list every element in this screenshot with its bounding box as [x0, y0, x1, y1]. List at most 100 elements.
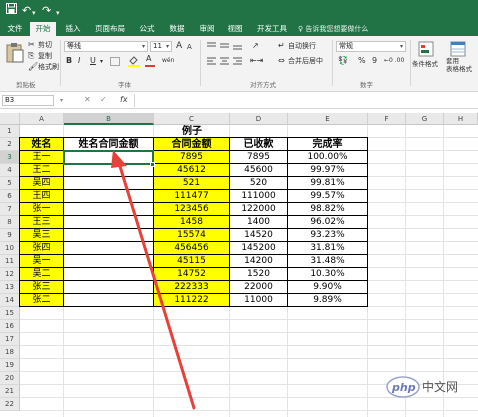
- format-as-table-icon[interactable]: [450, 41, 466, 57]
- row-header-5[interactable]: 5: [0, 177, 20, 190]
- underline-button[interactable]: U: [90, 56, 96, 66]
- cell-d13[interactable]: 22000: [229, 280, 288, 294]
- row-header-18[interactable]: 18: [0, 346, 20, 359]
- cell-a9[interactable]: 吴三: [19, 228, 64, 242]
- worksheet-grid[interactable]: A B C D E F G H 1 2 3 4 5 6 7 8 9 10 11 12 13 14 15 16 1…: [0, 113, 478, 417]
- cell-a4[interactable]: 王二: [19, 163, 64, 177]
- paste-icon[interactable]: [6, 42, 24, 64]
- column-header-a[interactable]: A: [20, 113, 64, 125]
- decimal-icons[interactable]: ←0 .00: [384, 56, 404, 66]
- tab-developer[interactable]: 开发工具: [254, 22, 290, 36]
- row-header-4[interactable]: 4: [0, 164, 20, 177]
- fill-color-icon[interactable]: [128, 55, 140, 67]
- cell-b10[interactable]: [63, 241, 154, 255]
- redo-icon[interactable]: ↷: [42, 3, 51, 19]
- tell-me-search[interactable]: ♀ 告诉我您想要做什么: [298, 22, 368, 36]
- row-header-6[interactable]: 6: [0, 190, 20, 203]
- cell-e7[interactable]: 98.82%: [287, 202, 368, 216]
- cell-c4[interactable]: 45612: [153, 163, 230, 177]
- cell-b3[interactable]: [63, 150, 154, 164]
- percent-button[interactable]: %: [358, 56, 366, 66]
- font-color-button[interactable]: A: [146, 54, 151, 64]
- cell-e8[interactable]: 96.02%: [287, 215, 368, 229]
- font-size-select[interactable]: 11: [150, 41, 172, 52]
- row-header-9[interactable]: 9: [0, 229, 20, 242]
- cell-b5[interactable]: [63, 176, 154, 190]
- cell-b13[interactable]: [63, 280, 154, 294]
- cell-d9[interactable]: 14520: [229, 228, 288, 242]
- horizontal-align-icons[interactable]: [206, 56, 246, 66]
- conditional-format-icon[interactable]: [418, 41, 434, 57]
- row-header-12[interactable]: 12: [0, 268, 20, 281]
- customize-qat-icon[interactable]: ▾: [56, 5, 60, 21]
- undo-icon[interactable]: ↶: [22, 3, 31, 19]
- select-all-corner[interactable]: [0, 113, 20, 125]
- column-header-d[interactable]: D: [230, 113, 288, 125]
- cell-e9[interactable]: 93.23%: [287, 228, 368, 242]
- row-header-17[interactable]: 17: [0, 333, 20, 346]
- cell-d11[interactable]: 14200: [229, 254, 288, 268]
- vertical-align-icons[interactable]: [206, 41, 246, 51]
- cell-d7[interactable]: 122000: [229, 202, 288, 216]
- indent-icon[interactable]: ⇤⇥: [250, 56, 263, 66]
- cell-c11[interactable]: 45115: [153, 254, 230, 268]
- tab-insert[interactable]: 插入: [62, 22, 84, 36]
- cell-c10[interactable]: 456456: [153, 241, 230, 255]
- column-header-c[interactable]: C: [154, 113, 230, 125]
- cell-a10[interactable]: 张四: [19, 241, 64, 255]
- column-header-h[interactable]: H: [444, 113, 478, 125]
- cell-c14[interactable]: 111222: [153, 293, 230, 307]
- cell-e14[interactable]: 9.89%: [287, 293, 368, 307]
- cell-d5[interactable]: 520: [229, 176, 288, 190]
- formula-input[interactable]: [134, 94, 476, 107]
- cell-b12[interactable]: [63, 267, 154, 281]
- tab-home[interactable]: 开始: [30, 22, 56, 36]
- cell-d4[interactable]: 45600: [229, 163, 288, 177]
- cell-c7[interactable]: 123456: [153, 202, 230, 216]
- tab-formulas[interactable]: 公式: [136, 22, 158, 36]
- row-header-13[interactable]: 13: [0, 281, 20, 294]
- merge-center-button[interactable]: 合并后居中: [288, 56, 323, 66]
- cell-b7[interactable]: [63, 202, 154, 216]
- row-header-22[interactable]: 22: [0, 398, 20, 411]
- bold-button[interactable]: B: [66, 56, 72, 66]
- cell-c5[interactable]: 521: [153, 176, 230, 190]
- column-header-b[interactable]: B: [64, 113, 154, 125]
- cell-a13[interactable]: 张三: [19, 280, 64, 294]
- tab-review[interactable]: 审阅: [196, 22, 218, 36]
- cell-a5[interactable]: 吴四: [19, 176, 64, 190]
- tab-data[interactable]: 数据: [166, 22, 188, 36]
- save-icon[interactable]: [6, 3, 17, 19]
- currency-icon[interactable]: 💱: [338, 56, 348, 66]
- cell-e6[interactable]: 99.57%: [287, 189, 368, 203]
- row-header-16[interactable]: 16: [0, 320, 20, 333]
- row-header-21[interactable]: 21: [0, 385, 20, 398]
- row-header-2[interactable]: 2: [0, 138, 20, 151]
- tab-page-layout[interactable]: 页面布局: [92, 22, 128, 36]
- cell-e4[interactable]: 99.97%: [287, 163, 368, 177]
- cell-b14[interactable]: [63, 293, 154, 307]
- cell-a3[interactable]: 王一: [19, 150, 64, 164]
- italic-button[interactable]: I: [78, 56, 80, 66]
- format-painter-button[interactable]: 格式刷: [38, 62, 59, 72]
- row-header-19[interactable]: 19: [0, 359, 20, 372]
- grow-font-button[interactable]: A: [176, 41, 182, 51]
- cell-a2[interactable]: 姓名: [19, 137, 64, 151]
- wrap-text-button[interactable]: 自动换行: [288, 41, 316, 51]
- format-as-table-button[interactable]: 套用 表格格式: [446, 57, 472, 73]
- row-header-1[interactable]: 1: [0, 125, 20, 138]
- cell-a14[interactable]: 张二: [19, 293, 64, 307]
- namebox-dropdown-icon[interactable]: ▾: [60, 96, 63, 106]
- cell-d12[interactable]: 1520: [229, 267, 288, 281]
- cell-c6[interactable]: 111477: [153, 189, 230, 203]
- cell-e2[interactable]: 完成率: [287, 137, 368, 151]
- borders-icon[interactable]: [110, 57, 120, 66]
- cell-b11[interactable]: [63, 254, 154, 268]
- cell-d6[interactable]: 111000: [229, 189, 288, 203]
- number-format-select[interactable]: 常规: [336, 41, 406, 52]
- insert-function-button[interactable]: fx: [120, 95, 128, 105]
- cell-a12[interactable]: 吴二: [19, 267, 64, 281]
- cell-c13[interactable]: 222333: [153, 280, 230, 294]
- cell-b8[interactable]: [63, 215, 154, 229]
- cell-b6[interactable]: [63, 189, 154, 203]
